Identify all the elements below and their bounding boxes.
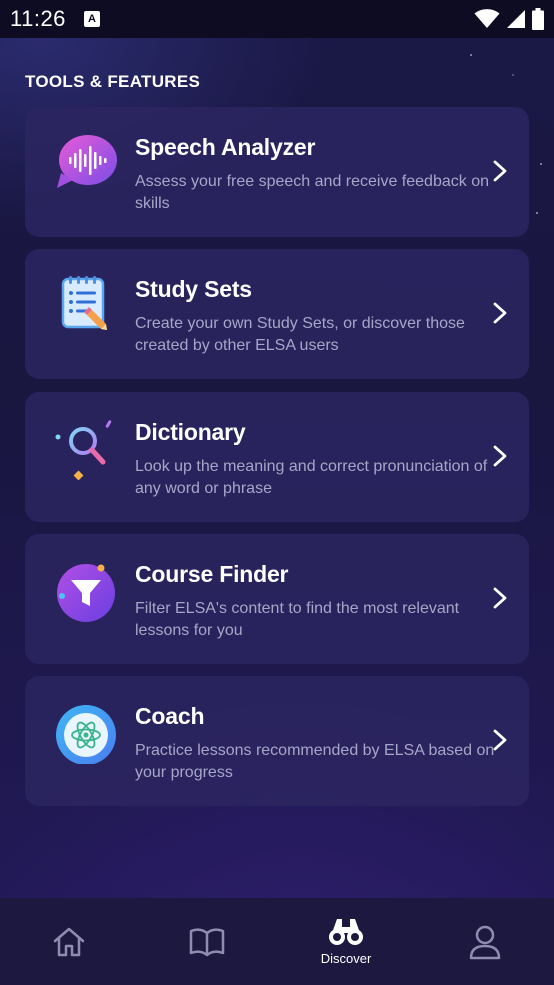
section-title: TOOLS & FEATURES: [25, 72, 201, 91]
feature-description: Filter ELSA's content to find the most r…: [135, 600, 460, 639]
feature-title: Coach: [135, 703, 205, 729]
chevron-right-icon: [493, 587, 507, 609]
feature-card-coach[interactable]: Coach Practice lessons recommended by EL…: [25, 676, 529, 806]
status-bar: 11:26 A: [0, 0, 554, 38]
feature-description: Look up the meaning and correct pronunci…: [135, 458, 488, 497]
nav-tab-profile[interactable]: [416, 898, 554, 985]
bottom-navigation: Discover: [0, 898, 554, 985]
feature-title: Course Finder: [135, 561, 289, 587]
star-decoration: [536, 212, 538, 214]
feature-card-study-sets[interactable]: Study Sets Create your own Study Sets, o…: [25, 249, 529, 379]
accessibility-badge: A: [83, 11, 100, 27]
magnifier-icon: [55, 420, 112, 480]
battery-icon: [532, 8, 544, 30]
wifi-icon: [474, 9, 500, 28]
feature-description: Assess your free speech and receive feed…: [135, 173, 489, 212]
feature-description: Practice lessons recommended by ELSA bas…: [135, 742, 495, 781]
chevron-right-icon: [493, 302, 507, 324]
nav-tab-library[interactable]: [138, 898, 276, 985]
feature-title: Dictionary: [135, 419, 246, 445]
star-decoration: [470, 54, 472, 56]
atom-icon: [56, 705, 116, 764]
nav-tab-home[interactable]: [0, 898, 138, 985]
chevron-right-icon: [493, 160, 507, 182]
notepad-pencil-icon: [61, 276, 107, 330]
star-decoration: [512, 74, 514, 76]
feature-title: Study Sets: [135, 276, 252, 302]
star-decoration: [540, 163, 542, 165]
binoculars-icon: [329, 919, 363, 945]
chevron-right-icon: [493, 445, 507, 467]
chevron-right-icon: [493, 729, 507, 751]
nav-label-discover: Discover: [320, 951, 372, 966]
profile-icon: [469, 925, 501, 959]
feature-title: Speech Analyzer: [135, 134, 316, 160]
book-icon: [189, 927, 225, 956]
feature-card-speech-analyzer[interactable]: Speech Analyzer Assess your free speech …: [25, 107, 529, 237]
home-icon: [53, 927, 85, 956]
feature-card-course-finder[interactable]: Course Finder Filter ELSA's content to f…: [25, 534, 529, 664]
signal-icon: [507, 10, 525, 28]
feature-description: Create your own Study Sets, or discover …: [135, 315, 465, 354]
feature-card-dictionary[interactable]: Dictionary Look up the meaning and corre…: [25, 392, 529, 522]
speech-bubble-waveform-icon: [57, 135, 117, 188]
nav-tab-discover[interactable]: Discover: [277, 898, 415, 985]
status-time: 11:26: [10, 6, 66, 31]
funnel-icon: [57, 564, 115, 622]
